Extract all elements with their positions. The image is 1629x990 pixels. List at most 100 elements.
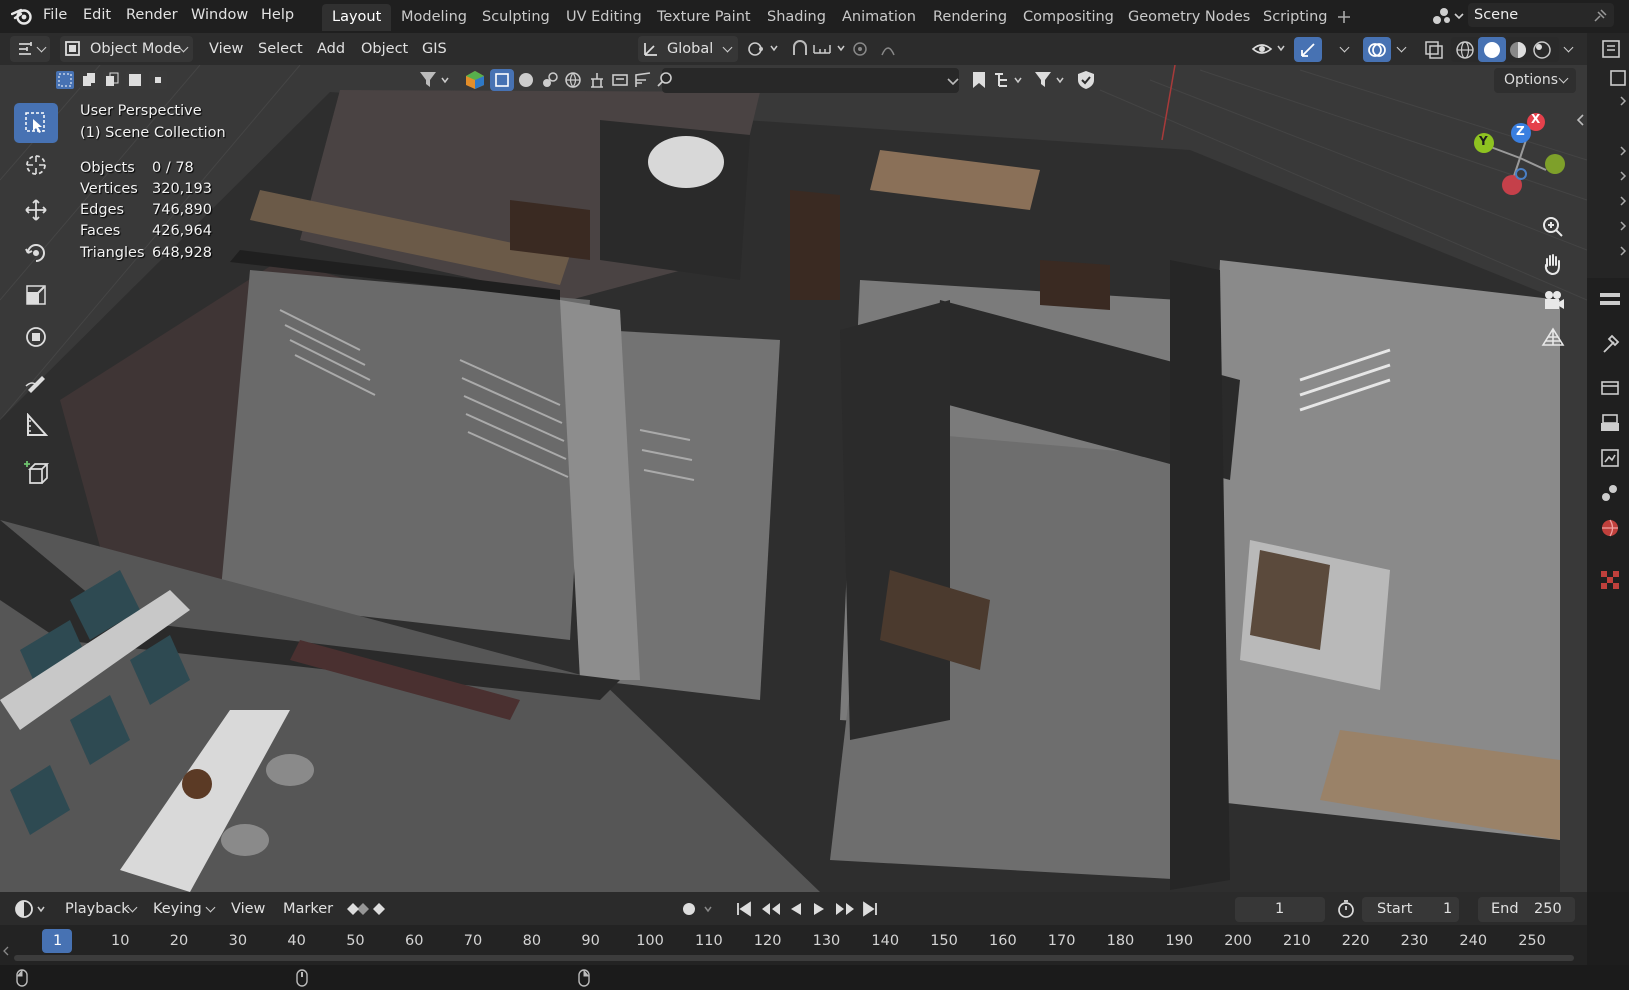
filter-world-icon[interactable] bbox=[564, 71, 582, 89]
tab-animation[interactable]: Animation bbox=[832, 4, 926, 31]
timeline-menu-playback[interactable]: Playback bbox=[65, 896, 130, 922]
search-field[interactable] bbox=[662, 68, 959, 93]
mouse-right-icon bbox=[578, 969, 590, 987]
select-mode-invert-icon[interactable] bbox=[125, 70, 145, 90]
blender-logo-icon[interactable] bbox=[11, 6, 33, 26]
menu-object[interactable]: Object bbox=[361, 36, 408, 62]
texture-properties-icon[interactable] bbox=[1600, 570, 1620, 590]
scroll-left-icon[interactable] bbox=[2, 945, 10, 957]
zoom-icon[interactable] bbox=[1541, 215, 1565, 239]
pan-hand-icon[interactable] bbox=[1541, 252, 1565, 276]
select-mode-intersect-icon[interactable] bbox=[148, 70, 168, 90]
filter-light-icon[interactable] bbox=[611, 71, 629, 89]
sidebar-toggle-icon[interactable] bbox=[1575, 113, 1585, 127]
snap-icon[interactable] bbox=[790, 39, 810, 59]
filter-options-icon[interactable] bbox=[1033, 70, 1067, 90]
jump-to-start-icon[interactable] bbox=[735, 900, 753, 918]
menu-edit[interactable]: Edit bbox=[83, 0, 111, 33]
filter-mesh-icon[interactable] bbox=[517, 71, 535, 89]
keyframe-toggle-icon[interactable] bbox=[343, 898, 393, 920]
scene-properties-icon[interactable] bbox=[1600, 483, 1620, 503]
timeline-editor-type-icon[interactable] bbox=[14, 898, 48, 920]
bookmark-icon[interactable] bbox=[971, 70, 987, 90]
scale-tool[interactable] bbox=[14, 275, 58, 315]
menu-file[interactable]: File bbox=[43, 0, 67, 33]
menu-view[interactable]: View bbox=[209, 36, 243, 62]
scene-selector-icon[interactable] bbox=[1431, 6, 1467, 26]
tool-properties-icon[interactable] bbox=[1600, 334, 1620, 354]
select-mode-extend-icon[interactable] bbox=[79, 70, 99, 90]
tab-texture-paint[interactable]: Texture Paint bbox=[647, 4, 761, 31]
timeline-menu-view[interactable]: View bbox=[231, 896, 265, 922]
proportional-editing-icon[interactable] bbox=[852, 39, 912, 59]
filter-funnel-icon[interactable] bbox=[418, 70, 452, 90]
output-properties-icon[interactable] bbox=[1600, 413, 1620, 433]
tab-compositing[interactable]: Compositing bbox=[1013, 4, 1124, 31]
gizmo-neg-y-axis[interactable] bbox=[1545, 154, 1565, 174]
stat-value-faces: 426,964 bbox=[152, 223, 212, 239]
timeline-menu-marker[interactable]: Marker bbox=[283, 896, 333, 922]
add-workspace-icon[interactable] bbox=[1337, 10, 1351, 24]
tab-layout[interactable]: Layout bbox=[322, 4, 392, 31]
pin-scene-icon[interactable] bbox=[1592, 8, 1608, 24]
jump-to-end-icon[interactable] bbox=[861, 900, 879, 918]
add-cube-tool[interactable] bbox=[14, 452, 58, 492]
camera-view-icon[interactable] bbox=[1540, 288, 1566, 312]
outliner-icon[interactable] bbox=[1600, 38, 1622, 60]
filter-armature-icon[interactable] bbox=[588, 71, 606, 89]
jump-to-keyframe-forward-icon[interactable] bbox=[834, 900, 856, 918]
tab-shading[interactable]: Shading bbox=[757, 4, 836, 31]
shield-icon[interactable] bbox=[1076, 70, 1096, 90]
filter-dropdown-icon[interactable] bbox=[946, 74, 960, 88]
rotate-tool[interactable] bbox=[14, 233, 58, 273]
material-preview-icon[interactable] bbox=[1508, 40, 1528, 60]
pivot-point-icon[interactable] bbox=[745, 39, 781, 59]
transform-tool[interactable] bbox=[14, 317, 58, 357]
view-layer-properties-icon[interactable] bbox=[1600, 448, 1620, 468]
tab-sculpting[interactable]: Sculpting bbox=[472, 4, 560, 31]
tab-geometry-nodes[interactable]: Geometry Nodes bbox=[1118, 4, 1260, 31]
gizmo-neg-z-axis[interactable] bbox=[1515, 168, 1527, 180]
filter-camera-icon[interactable] bbox=[634, 71, 652, 89]
play-icon[interactable] bbox=[810, 900, 828, 918]
filter-curve-icon[interactable] bbox=[541, 71, 559, 89]
xray-icon[interactable] bbox=[1424, 40, 1444, 60]
hierarchy-icon[interactable] bbox=[993, 70, 1027, 90]
menu-help[interactable]: Help bbox=[261, 0, 294, 33]
menu-add[interactable]: Add bbox=[317, 36, 345, 62]
select-mode-subtract-icon[interactable] bbox=[102, 70, 122, 90]
menu-select[interactable]: Select bbox=[258, 36, 303, 62]
measure-tool[interactable] bbox=[14, 405, 58, 445]
menu-render[interactable]: Render bbox=[126, 0, 178, 33]
tab-uv-editing[interactable]: UV Editing bbox=[556, 4, 652, 31]
play-reverse-icon[interactable] bbox=[787, 900, 805, 918]
ortho-grid-icon[interactable] bbox=[1541, 325, 1565, 349]
3d-viewport[interactable]: User Perspective (1) Scene Collection Ob… bbox=[0, 65, 1587, 892]
snap-increment-icon[interactable] bbox=[812, 39, 848, 59]
cursor-tool[interactable] bbox=[14, 145, 58, 185]
color-cube-icon[interactable] bbox=[465, 70, 485, 90]
annotate-tool[interactable] bbox=[14, 362, 58, 402]
properties-header-icon[interactable] bbox=[1598, 289, 1622, 311]
rendered-shading-icon[interactable] bbox=[1532, 40, 1552, 60]
outliner-expand-arrows[interactable] bbox=[1619, 95, 1629, 265]
move-tool[interactable] bbox=[14, 190, 58, 230]
ruler-tick-label: 110 bbox=[695, 933, 723, 949]
timeline-menu-keying[interactable]: Keying bbox=[153, 896, 202, 922]
menu-gis[interactable]: GIS bbox=[422, 36, 447, 62]
jump-to-keyframe-back-icon[interactable] bbox=[760, 900, 782, 918]
tab-modeling[interactable]: Modeling bbox=[391, 4, 477, 31]
outliner-filter-icon[interactable] bbox=[1610, 70, 1626, 86]
select-mode-new-icon[interactable] bbox=[55, 70, 75, 90]
stopwatch-icon[interactable] bbox=[1336, 899, 1356, 919]
wireframe-shading-icon[interactable] bbox=[1455, 40, 1475, 60]
visibility-icon[interactable] bbox=[1251, 39, 1291, 59]
timeline-scrollbar[interactable] bbox=[14, 955, 1574, 961]
render-properties-icon[interactable] bbox=[1600, 378, 1620, 398]
tab-scripting[interactable]: Scripting bbox=[1253, 4, 1337, 31]
world-properties-icon[interactable] bbox=[1600, 518, 1620, 538]
menu-window[interactable]: Window bbox=[191, 0, 248, 33]
tab-rendering[interactable]: Rendering bbox=[923, 4, 1017, 31]
select-box-tool[interactable] bbox=[14, 103, 58, 143]
auto-keying-icon[interactable] bbox=[679, 898, 719, 920]
